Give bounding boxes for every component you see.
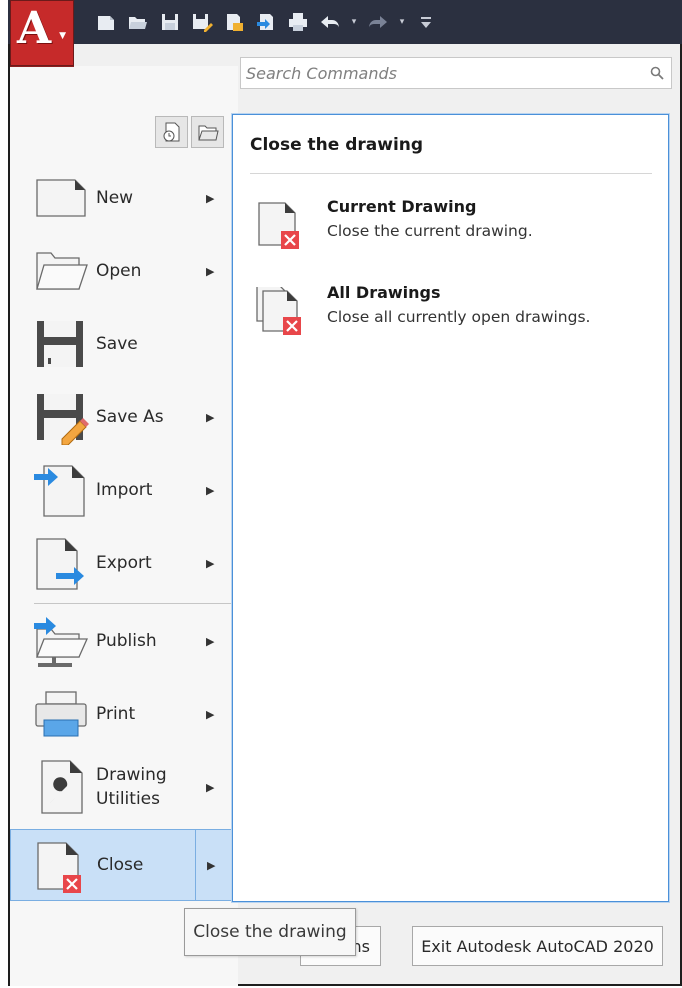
close-submenu-panel: Close the drawing Current Drawing Close … xyxy=(232,114,669,902)
qat-new-button[interactable] xyxy=(92,8,120,36)
autocad-logo: A xyxy=(17,3,52,54)
redo-dropdown-icon[interactable]: ▾ xyxy=(396,17,408,27)
exit-autocad-button[interactable]: Exit Autodesk AutoCAD 2020 xyxy=(412,926,663,966)
wrench-icon xyxy=(41,760,83,814)
recent-documents-button[interactable] xyxy=(155,116,188,148)
menu-item-label: Open xyxy=(96,261,142,281)
customize-icon xyxy=(421,17,431,28)
search-box[interactable] xyxy=(240,57,672,89)
open-from-web-icon xyxy=(227,14,243,31)
folder-open-icon xyxy=(36,252,88,290)
print-icon xyxy=(35,691,87,737)
search-input[interactable] xyxy=(241,58,671,88)
menu-item-drawing-utilities[interactable]: Drawing Utilities ▶ xyxy=(10,752,232,822)
qat-customize-button[interactable] xyxy=(412,8,440,36)
submenu-arrow-icon: ▶ xyxy=(206,707,215,721)
close-all-drawings-option[interactable]: All Drawings Close all currently open dr… xyxy=(255,283,655,347)
open-icon xyxy=(129,17,147,29)
submenu-arrow-icon: ▶ xyxy=(206,410,215,424)
menu-item-label: Save As xyxy=(96,407,164,427)
qat-undo-button[interactable] xyxy=(316,8,344,36)
qat-save-button[interactable] xyxy=(156,8,184,36)
document-view-toggles xyxy=(155,116,224,148)
redo-icon xyxy=(369,16,387,28)
close-drawing-icon xyxy=(37,842,81,893)
undo-icon xyxy=(321,16,339,28)
save-to-web-icon xyxy=(257,14,273,30)
option-title: Current Drawing xyxy=(327,197,477,216)
new-drawing-icon xyxy=(36,179,86,217)
menu-item-label: Close xyxy=(97,855,144,875)
menu-item-label: Drawing Utilities xyxy=(96,765,167,809)
split-divider xyxy=(195,830,196,900)
menu-item-print[interactable]: Print ▶ xyxy=(10,679,232,749)
submenu-arrow-icon: ▶ xyxy=(206,634,215,648)
submenu-arrow-icon: ▶ xyxy=(206,556,215,570)
close-all-drawings-icon xyxy=(256,287,301,335)
qat-open-button[interactable] xyxy=(124,8,152,36)
close-current-drawing-option[interactable]: Current Drawing Close the current drawin… xyxy=(255,197,655,261)
menu-item-open[interactable]: Open ▶ xyxy=(10,236,232,306)
menu-item-label: Import xyxy=(96,480,153,500)
menu-item-label: Publish xyxy=(96,631,157,651)
recent-documents-icon xyxy=(163,122,179,142)
qat-plot-button[interactable] xyxy=(284,8,312,36)
menu-item-close[interactable]: Close ▶ xyxy=(10,829,232,901)
qat-save-to-web-button[interactable] xyxy=(252,8,280,36)
menu-item-label: Export xyxy=(96,553,152,573)
new-icon xyxy=(98,16,114,30)
qat-redo-button[interactable] xyxy=(364,8,392,36)
plot-icon xyxy=(289,13,307,31)
import-icon xyxy=(34,465,85,517)
menu-item-save-as[interactable]: Save As ▶ xyxy=(10,382,232,452)
panel-title: Close the drawing xyxy=(250,135,424,155)
menu-item-export[interactable]: Export ▶ xyxy=(10,528,232,598)
export-icon xyxy=(36,538,84,590)
publish-icon xyxy=(34,617,89,667)
save-as-icon xyxy=(37,394,89,445)
option-title: All Drawings xyxy=(327,283,441,302)
submenu-arrow-icon: ▶ xyxy=(206,780,215,794)
open-documents-icon xyxy=(197,125,219,141)
submenu-arrow-icon: ▶ xyxy=(206,483,215,497)
menu-item-label: Print xyxy=(96,704,136,724)
option-description: Close all currently open drawings. xyxy=(327,308,591,326)
menu-item-label: Save xyxy=(96,334,138,354)
option-description: Close the current drawing. xyxy=(327,222,533,240)
panel-divider xyxy=(250,173,652,174)
menu-divider xyxy=(34,603,242,604)
menu-item-new[interactable]: New ▶ xyxy=(10,163,232,233)
quick-access-toolbar: ▾ ▾ xyxy=(92,6,440,38)
search-icon[interactable] xyxy=(649,65,665,81)
undo-dropdown-icon[interactable]: ▾ xyxy=(348,17,360,27)
menu-item-save[interactable]: Save xyxy=(10,309,232,379)
application-menu-button[interactable]: A ▼ xyxy=(10,0,74,66)
menu-item-label: New xyxy=(96,188,134,208)
title-bar: ▾ ▾ xyxy=(8,0,682,44)
open-documents-button[interactable] xyxy=(191,116,224,148)
save-as-icon xyxy=(193,14,213,32)
save-icon xyxy=(162,14,178,30)
submenu-arrow-icon: ▶ xyxy=(206,264,215,278)
qat-open-from-web-button[interactable] xyxy=(220,8,248,36)
qat-save-as-button[interactable] xyxy=(188,8,216,36)
save-disk-icon xyxy=(37,321,83,367)
submenu-arrow-icon[interactable]: ▶ xyxy=(207,859,215,872)
menu-item-publish[interactable]: Publish ▶ xyxy=(10,606,232,676)
menu-item-import[interactable]: Import ▶ xyxy=(10,455,232,525)
close-current-drawing-icon xyxy=(258,202,299,249)
tooltip: Close the drawing xyxy=(184,908,356,956)
submenu-arrow-icon: ▶ xyxy=(206,191,215,205)
chevron-down-icon: ▼ xyxy=(59,31,66,41)
